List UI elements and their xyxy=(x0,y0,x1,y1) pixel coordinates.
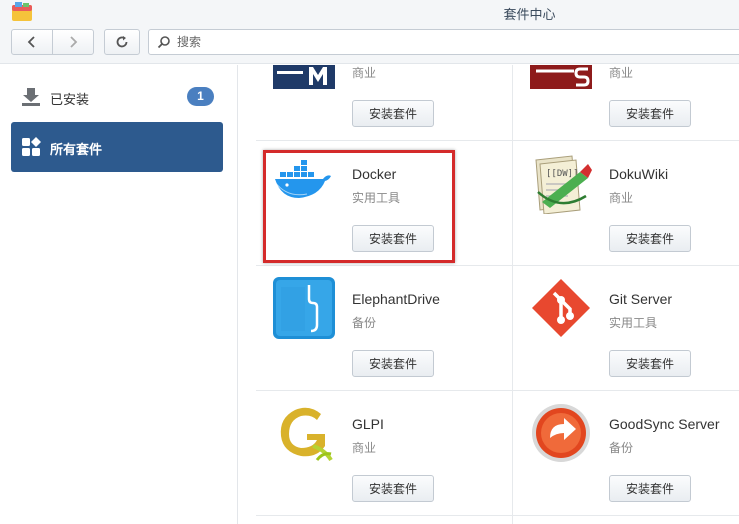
install-button[interactable]: 安装套件 xyxy=(609,225,691,252)
window-title: 套件中心 xyxy=(503,7,556,22)
sidebar-item-label: 所有套件 xyxy=(50,142,103,157)
package-s-icon xyxy=(530,65,592,89)
search-icon xyxy=(157,36,170,49)
refresh-button[interactable] xyxy=(104,29,140,55)
install-button[interactable]: 安装套件 xyxy=(609,100,691,127)
title-bar: 套件中心 xyxy=(0,0,739,24)
download-icon xyxy=(22,88,40,106)
package-card-glpi[interactable]: GLPI 商业 安装套件 xyxy=(256,390,512,515)
package-card-git-server[interactable]: Git Server 实用工具 安装套件 xyxy=(513,265,739,390)
grid-divider xyxy=(256,515,739,516)
install-button[interactable]: 安装套件 xyxy=(609,350,691,377)
chevron-left-icon xyxy=(27,36,35,48)
refresh-icon xyxy=(116,36,128,48)
package-name: Docker xyxy=(352,166,397,182)
sidebar-item-all-packages[interactable]: 所有套件 xyxy=(11,122,223,172)
search-box[interactable] xyxy=(148,29,739,55)
package-category: 备份 xyxy=(609,441,634,455)
package-category: 商业 xyxy=(352,441,377,455)
package-card-elephantdrive[interactable]: ElephantDrive 备份 安装套件 xyxy=(256,265,512,390)
installed-count-badge: 1 xyxy=(187,87,214,106)
package-card[interactable]: 商业 安装套件 xyxy=(256,65,512,140)
package-category: 实用工具 xyxy=(352,191,401,205)
package-category: 备份 xyxy=(352,316,377,330)
install-button[interactable]: 安装套件 xyxy=(352,100,434,127)
package-name: ElephantDrive xyxy=(352,291,440,307)
package-category: 实用工具 xyxy=(609,316,658,330)
package-card-dokuwiki[interactable]: [[DW]] DokuWiki 商业 安装套件 xyxy=(513,140,739,265)
sidebar: 已安装 1 所有套件 xyxy=(0,65,238,524)
search-input[interactable] xyxy=(177,33,477,51)
install-button[interactable]: 安装套件 xyxy=(352,225,434,252)
forward-button[interactable] xyxy=(52,29,94,55)
docker-whale-icon xyxy=(274,160,331,198)
package-card-goodsync[interactable]: GoodSync Server 备份 安装套件 xyxy=(513,390,739,515)
toolbar xyxy=(0,24,739,64)
sidebar-item-label: 已安装 xyxy=(50,92,90,107)
package-category: 商业 xyxy=(352,66,377,80)
back-button[interactable] xyxy=(11,29,53,55)
package-card[interactable]: 商业 安装套件 xyxy=(513,65,739,140)
package-name: DokuWiki xyxy=(609,166,669,182)
grid-icon xyxy=(22,137,41,156)
goodsync-icon xyxy=(532,404,590,462)
package-name: GLPI xyxy=(352,416,384,432)
package-category: 商业 xyxy=(609,66,634,80)
install-button[interactable]: 安装套件 xyxy=(352,475,434,502)
package-name: GoodSync Server xyxy=(609,416,720,432)
git-icon xyxy=(532,279,590,337)
package-grid: 商业 安装套件 商业 安装套件 Docker 实用工具 安装套件 [[DW]] … xyxy=(256,65,739,524)
sidebar-item-installed[interactable]: 已安装 1 xyxy=(11,72,223,122)
package-card-docker[interactable]: Docker 实用工具 安装套件 xyxy=(256,140,512,265)
package-category: 商业 xyxy=(609,191,634,205)
elephantdrive-icon xyxy=(273,277,335,339)
package-m-icon xyxy=(273,65,335,89)
dokuwiki-icon: [[DW]] xyxy=(535,155,592,214)
install-button[interactable]: 安装套件 xyxy=(352,350,434,377)
package-name: Git Server xyxy=(609,291,673,307)
chevron-right-icon xyxy=(70,36,78,48)
glpi-icon xyxy=(280,407,333,462)
install-button[interactable]: 安装套件 xyxy=(609,475,691,502)
